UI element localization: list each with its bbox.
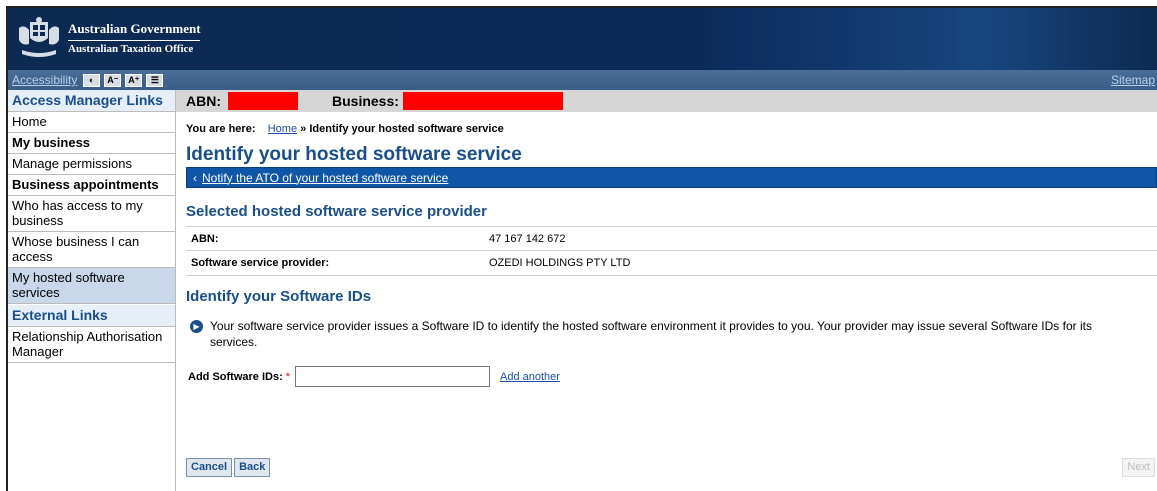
layout-button[interactable]: ☰ [146,73,164,87]
chevron-left-icon: ‹ [193,170,197,185]
business-label: Business: [332,93,399,109]
increase-text-button[interactable]: A⁺ [125,73,143,87]
sidebar-item-hosted-software[interactable]: My hosted software services [8,268,175,304]
sidebar-item-manage-permissions[interactable]: Manage permissions [8,154,175,175]
provider-abn-value: 47 167 142 672 [489,232,566,245]
provider-name-label: Software service provider: [191,257,330,269]
add-another-link[interactable]: Add another [500,371,560,383]
sitemap-link[interactable]: Sitemap [1111,73,1155,87]
sidebar-item-my-business[interactable]: My business [8,133,175,154]
gov-line1: Australian Government [68,21,201,36]
form-buttons: Cancel Back [186,458,271,477]
info-arrow-icon: ▶ [190,320,203,333]
coat-of-arms-logo [19,17,59,57]
provider-row-abn: ABN: 47 167 142 672 [186,226,1157,251]
browser-content: Australian Government Australian Taxatio… [6,6,1157,491]
add-software-ids-label: Add Software IDs: [188,370,283,383]
gov-line2: Australian Taxation Office [68,43,194,55]
next-button[interactable]: Next [1122,458,1155,477]
notify-ato-link[interactable]: Notify the ATO of your hosted software s… [202,171,448,185]
accessibility-link[interactable]: Accessibility [12,73,77,87]
info-text: Your software service provider issues a … [210,319,1092,349]
page-title: Identify your hosted software service [186,144,522,165]
breadcrumb-separator: » [300,123,307,135]
contrast-button[interactable]: ◐ [83,73,101,87]
provider-row-name: Software service provider: OZEDI HOLDING… [186,251,1157,276]
sidebar-item-ram[interactable]: Relationship Authorisation Manager [8,327,175,363]
breadcrumb: You are here: Home » Identify your hoste… [186,123,1157,135]
business-redaction [402,92,563,110]
breadcrumb-prefix: You are here: [186,123,256,135]
selected-provider-heading: Selected hosted software service provide… [186,203,487,220]
abn-redaction [228,92,298,110]
site-header: Australian Government Australian Taxatio… [8,8,1157,70]
back-link-bar: ‹ Notify the ATO of your hosted software… [186,167,1157,188]
abn-bar: ABN: Business: [176,90,1157,112]
provider-abn-label: ABN: [191,232,219,245]
sidebar-heading: Access Manager Links [8,90,175,112]
breadcrumb-home-link[interactable]: Home [268,123,297,135]
sidebar-item-business-appointments[interactable]: Business appointments [8,175,175,196]
sidebar-item-who-has-access[interactable]: Who has access to my business [8,196,175,232]
required-marker: * [285,370,291,383]
provider-name-value: OZEDI HOLDINGS PTY LTD [489,257,631,269]
decrease-text-button[interactable]: A⁻ [104,73,122,87]
breadcrumb-current: Identify your hosted software service [309,123,504,135]
back-button[interactable]: Back [234,458,271,477]
add-software-id-row: Add Software IDs: * Add another [186,366,1157,387]
sidebar-external-heading: External Links [8,305,175,327]
sidebar: Access Manager Links Home My business Ma… [8,90,176,491]
main-content: You are here: Home » Identify your hoste… [176,112,1157,491]
government-wordmark: Australian Government Australian Taxatio… [68,21,201,55]
abn-label: ABN: [186,93,221,109]
software-id-input[interactable] [295,366,491,387]
sidebar-item-whose-business[interactable]: Whose business I can access [8,232,175,268]
cancel-button[interactable]: Cancel [186,458,233,477]
software-ids-heading: Identify your Software IDs [186,288,372,305]
accessibility-bar: Accessibility ◐ A⁻ A⁺ ☰ Sitemap [8,70,1157,90]
sidebar-item-home[interactable]: Home [8,112,175,133]
info-message: ▶ Your software service provider issues … [186,318,1141,350]
